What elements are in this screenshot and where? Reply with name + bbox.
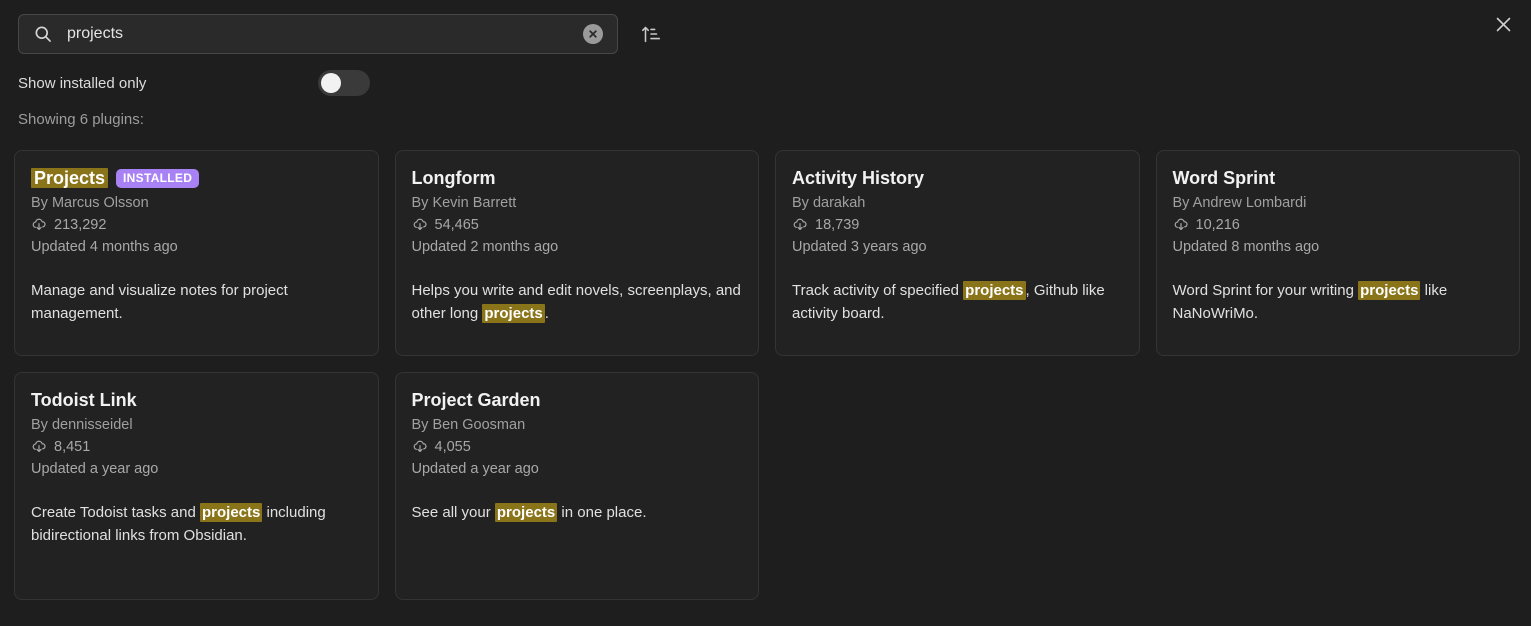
installed-badge: INSTALLED <box>116 168 200 188</box>
search-row <box>18 14 1513 54</box>
plugin-card[interactable]: Todoist Link By dennisseidel 8,451 Updated … <box>14 372 379 600</box>
plugin-grid: Projects INSTALLED By Marcus Olsson 213,292… <box>14 150 1520 600</box>
plugin-description: Track activity of specified projects, Gi… <box>792 281 1105 322</box>
plugin-title: Activity History <box>792 168 925 188</box>
plugin-card-header: Todoist Link <box>31 389 362 411</box>
plugin-download-count: 8,451 <box>54 439 91 455</box>
plugin-author: By Marcus Olsson <box>31 195 149 211</box>
plugin-download-count: 18,739 <box>815 217 860 233</box>
download-cloud-icon <box>31 217 47 233</box>
plugin-author: By dennisseidel <box>31 417 133 433</box>
search-term-highlight: projects <box>963 281 1026 300</box>
plugin-browser-header: Show installed only Showing 6 plugins: <box>0 0 1531 128</box>
download-cloud-icon <box>1173 217 1189 233</box>
plugin-updated: Updated 4 months ago <box>31 239 178 255</box>
plugin-updated: Updated 8 months ago <box>1172 239 1320 255</box>
plugin-description: Word Sprint for your writing projects li… <box>1172 281 1448 322</box>
plugin-downloads: 54,465 <box>412 217 743 233</box>
plugin-card-header: Activity History <box>792 167 1123 189</box>
plugin-download-count: 10,216 <box>1195 217 1240 233</box>
search-icon <box>33 24 53 44</box>
plugin-updated: Updated a year ago <box>31 461 159 477</box>
search-term-highlight: projects <box>482 304 545 323</box>
plugin-title-highlight: Projects <box>31 168 109 188</box>
plugin-description: See all your projects in one place. <box>411 503 647 522</box>
plugin-card-header: Word Sprint <box>1173 167 1504 189</box>
search-input[interactable] <box>53 25 583 43</box>
clear-search-icon[interactable] <box>583 24 603 44</box>
plugin-card[interactable]: Longform By Kevin Barrett 54,465 Updated 2 … <box>394 150 759 356</box>
download-cloud-icon <box>792 217 808 233</box>
plugin-card[interactable]: Projects INSTALLED By Marcus Olsson 213,292… <box>14 150 379 356</box>
plugin-title: Word Sprint <box>1172 168 1276 188</box>
download-cloud-icon <box>412 439 428 455</box>
search-box[interactable] <box>18 14 618 54</box>
toggle-knob <box>321 73 341 93</box>
plugin-title: Projects <box>31 167 109 189</box>
plugin-downloads: 8,451 <box>31 439 362 455</box>
plugin-card[interactable]: Project Garden By Ben Goosman 4,055 Updated… <box>394 372 759 600</box>
plugin-card-header: Projects INSTALLED <box>31 167 362 189</box>
results-count: Showing 6 plugins: <box>18 111 144 128</box>
plugin-card[interactable]: Word Sprint By Andrew Lombardi 10,216 Updat… <box>1155 150 1520 356</box>
plugin-downloads: 18,739 <box>792 217 1123 233</box>
plugin-updated: Updated 2 months ago <box>411 239 559 255</box>
plugin-downloads: 213,292 <box>31 217 362 233</box>
show-installed-only-row: Show installed only <box>18 70 1513 96</box>
plugin-updated: Updated 3 years ago <box>792 239 927 255</box>
close-icon[interactable] <box>1487 8 1519 40</box>
plugin-downloads: 4,055 <box>412 439 743 455</box>
show-installed-only-label: Show installed only <box>18 74 147 92</box>
plugin-card-header: Project Garden <box>412 389 743 411</box>
plugin-author: By Ben Goosman <box>411 417 526 433</box>
search-term-highlight: projects <box>199 503 263 522</box>
plugin-author: By Kevin Barrett <box>411 195 517 211</box>
plugin-author: By Andrew Lombardi <box>1172 195 1307 211</box>
plugin-download-count: 54,465 <box>434 217 479 233</box>
plugin-title: Project Garden <box>411 390 541 410</box>
download-cloud-icon <box>31 439 47 455</box>
download-cloud-icon <box>412 217 428 233</box>
plugin-author: By darakah <box>792 195 866 211</box>
plugin-description: Helps you write and edit novels, screenp… <box>411 282 741 323</box>
search-term-highlight: projects <box>1358 281 1421 300</box>
plugin-download-count: 4,055 <box>434 439 471 455</box>
plugin-title: Todoist Link <box>31 390 137 410</box>
plugin-downloads: 10,216 <box>1173 217 1504 233</box>
plugin-card-header: Longform <box>412 167 743 189</box>
sort-ascending-icon[interactable] <box>634 17 668 51</box>
plugin-description: Manage and visualize notes for project m… <box>31 282 288 322</box>
show-installed-only-toggle[interactable] <box>318 70 370 96</box>
plugin-download-count: 213,292 <box>54 217 107 233</box>
plugin-card[interactable]: Activity History By darakah 18,739 Updated … <box>775 150 1140 356</box>
search-term-highlight: projects <box>494 503 558 522</box>
plugin-title: Longform <box>411 168 496 188</box>
plugin-updated: Updated a year ago <box>411 461 539 477</box>
plugin-description: Create Todoist tasks and projects includ… <box>31 503 326 544</box>
